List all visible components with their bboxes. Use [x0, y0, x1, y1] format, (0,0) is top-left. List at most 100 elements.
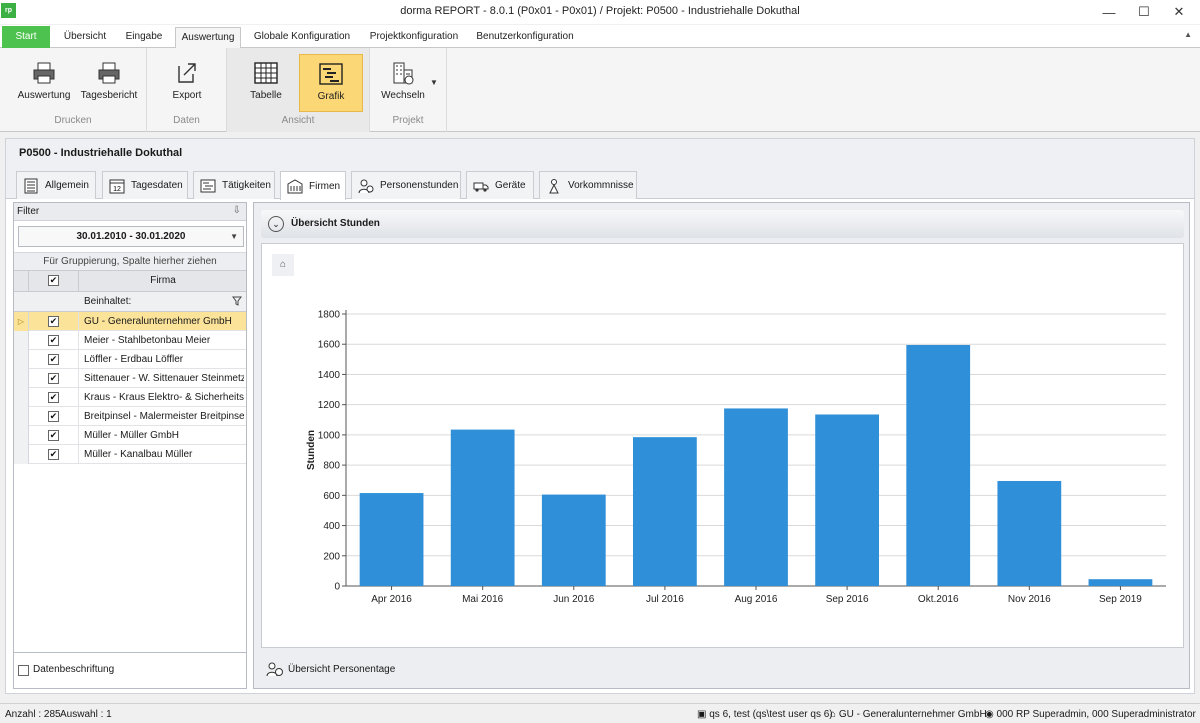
row-checkbox[interactable]: ✔ — [48, 354, 59, 365]
project-panel: P0500 - Industriehalle Dokuthal Allgemei… — [5, 138, 1195, 694]
tab-firmen[interactable]: Firmen — [280, 171, 346, 200]
company-name: Sittenauer - W. Sittenauer Steinmetz... — [84, 373, 244, 384]
bar — [1088, 579, 1153, 586]
bar — [724, 408, 788, 586]
date-range-value: 30.01.2010 - 30.01.2020 — [76, 231, 186, 242]
date-range-select[interactable]: 30.01.2010 - 30.01.2020 ▼ — [18, 226, 244, 247]
group-drucken: Auswertung Tagesbericht Drucken — [0, 48, 147, 132]
tab-tagesdaten-label: Tagesdaten — [131, 180, 183, 191]
row-checkbox[interactable]: ✔ — [48, 316, 59, 327]
group-label-daten: Daten — [173, 115, 200, 126]
row-checkbox[interactable]: ✔ — [48, 430, 59, 441]
tab-tagesdaten[interactable]: 12 Tagesdaten — [102, 171, 188, 199]
status-selection: Auswahl : 1 — [60, 709, 112, 720]
status-user: ▣ qs 6, test (qs\test user qs 6) — [697, 709, 833, 720]
table-row[interactable]: ✔ Breitpinsel - Malermeister Breitpinsel — [14, 407, 246, 426]
grafik-label: Grafik — [317, 91, 345, 102]
company-building-icon — [287, 179, 303, 194]
tab-start[interactable]: Start — [2, 26, 50, 48]
chevron-down-icon[interactable]: ▼ — [230, 227, 238, 247]
x-tick-label: Jul 2016 — [646, 594, 684, 605]
tab-personenstunden-label: Personenstunden — [380, 180, 459, 191]
y-tick-label: 1200 — [318, 400, 341, 411]
tab-personenstunden[interactable]: Personenstunden — [351, 171, 461, 199]
status-count: Anzahl : 285 — [5, 709, 61, 720]
status-admin: ◉ 000 RP Superadmin, 000 Superadministra… — [985, 709, 1196, 720]
group-projekt: Wechseln ▼ Projekt — [370, 48, 447, 132]
table-row[interactable]: ✔ Löffler - Erdbau Löffler — [14, 350, 246, 369]
personentage-section[interactable]: Übersicht Personentage — [266, 659, 395, 679]
wechseln-dropdown-icon[interactable]: ▼ — [430, 78, 438, 87]
row-checkbox[interactable]: ✔ — [48, 449, 59, 460]
company-name: Meier - Stahlbetonbau Meier — [84, 335, 211, 346]
x-tick-label: Okt.2016 — [918, 594, 959, 605]
tab-firmen-label: Firmen — [309, 180, 341, 192]
personentage-title: Übersicht Personentage — [288, 663, 396, 675]
tabelle-label: Tabelle — [250, 90, 282, 101]
y-tick-label: 1800 — [318, 310, 341, 321]
row-checkbox[interactable]: ✔ — [48, 373, 59, 384]
export-button[interactable]: Export — [157, 54, 217, 112]
funnel-icon[interactable] — [232, 296, 242, 306]
tab-vorkommnisse[interactable]: Vorkommnisse — [539, 171, 637, 199]
bar — [541, 494, 606, 586]
tab-allgemein-label: Allgemein — [45, 180, 89, 191]
printer-icon — [98, 62, 120, 84]
tab-allgemein[interactable]: Allgemein — [16, 171, 96, 199]
close-icon[interactable]: ✕ — [1160, 0, 1198, 24]
row-checkbox[interactable]: ✔ — [48, 335, 59, 346]
tab-auswertung[interactable]: Auswertung — [175, 27, 241, 49]
tab-taetigkeiten[interactable]: Tätigkeiten — [193, 171, 275, 199]
group-by-hint[interactable]: Für Gruppierung, Spalte hierher ziehen — [14, 252, 246, 270]
project-tabs: Allgemein 12 Tagesdaten Tätigkeiten Firm… — [6, 167, 1194, 200]
table-row[interactable]: ✔ Kraus - Kraus Elektro- & Sicherheitst..… — [14, 388, 246, 407]
grafik-button[interactable]: Grafik — [299, 54, 363, 112]
wechseln-button[interactable]: Wechseln — [378, 54, 428, 112]
maximize-icon[interactable]: ☐ — [1125, 0, 1163, 24]
tab-globale-konfiguration[interactable]: Globale Konfiguration — [248, 27, 356, 48]
user-icon: ▣ — [697, 709, 710, 720]
group-daten: Export Daten — [147, 48, 227, 132]
chart-section-header[interactable]: ⌄ Übersicht Stunden — [261, 210, 1184, 238]
y-tick-label: 1600 — [318, 340, 341, 351]
chart-panel: ⌄ Übersicht Stunden ⌂ 0 200 400 600 800 1000 1… — [253, 202, 1190, 689]
select-all-checkbox[interactable]: ✔ — [48, 275, 59, 286]
wechseln-label: Wechseln — [381, 90, 425, 101]
datenbeschriftung-label[interactable]: Datenbeschriftung — [33, 664, 114, 675]
pin-icon[interactable]: ⇩ — [233, 205, 241, 216]
tab-uebersicht[interactable]: Übersicht — [57, 27, 113, 48]
project-header: P0500 - Industriehalle Dokuthal — [6, 139, 1194, 167]
table-row[interactable]: ✔ Sittenauer - W. Sittenauer Steinmetz... — [14, 369, 246, 388]
tab-eingabe[interactable]: Eingabe — [118, 27, 170, 48]
tab-projektkonfiguration[interactable]: Projektkonfiguration — [362, 27, 466, 48]
status-bar: Anzahl : 285 Auswahl : 1 ▣ qs 6, test (q… — [0, 703, 1200, 723]
gantt-chart-icon — [319, 63, 343, 85]
y-tick-label: 0 — [334, 582, 340, 593]
table-row[interactable]: ✔ Müller - Kanalbau Müller — [14, 445, 246, 464]
table-row[interactable]: ✔ Meier - Stahlbetonbau Meier — [14, 331, 246, 350]
datenbeschriftung-checkbox[interactable] — [18, 665, 29, 676]
x-tick-label: Jun 2016 — [553, 594, 595, 605]
collapse-chevron-icon[interactable]: ⌄ — [268, 216, 284, 232]
table-row[interactable]: ▷ ✔ GU - Generalunternehmer GmbH — [14, 312, 246, 331]
company-name: Breitpinsel - Malermeister Breitpinsel — [84, 411, 244, 422]
tabelle-button[interactable]: Tabelle — [235, 54, 297, 112]
x-tick-label: Apr 2016 — [371, 594, 412, 605]
person-clock-icon — [358, 179, 374, 193]
tab-benutzerkonfiguration[interactable]: Benutzerkonfiguration — [472, 27, 578, 48]
tagesbericht-button[interactable]: Tagesbericht — [78, 54, 140, 112]
window-title: dorma REPORT - 8.0.1 (P0x01 - P0x01) / P… — [400, 5, 800, 17]
alert-person-icon — [549, 178, 559, 193]
filter-header: Filter ⇩ — [14, 203, 246, 221]
y-tick-label: 600 — [323, 491, 340, 502]
row-checkbox[interactable]: ✔ — [48, 411, 59, 422]
tab-geraete[interactable]: Geräte — [466, 171, 534, 199]
auswertung-print-button[interactable]: Auswertung — [14, 54, 74, 112]
table-row[interactable]: ✔ Müller - Müller GmbH — [14, 426, 246, 445]
column-header-firma[interactable]: Firma — [79, 275, 247, 286]
filter-operator-label[interactable]: Beinhaltet: — [84, 296, 131, 307]
row-checkbox[interactable]: ✔ — [48, 392, 59, 403]
bar — [997, 480, 1062, 586]
minimize-icon[interactable]: — — [1090, 0, 1128, 24]
collapse-ribbon-icon[interactable]: ▲ — [1184, 30, 1192, 39]
